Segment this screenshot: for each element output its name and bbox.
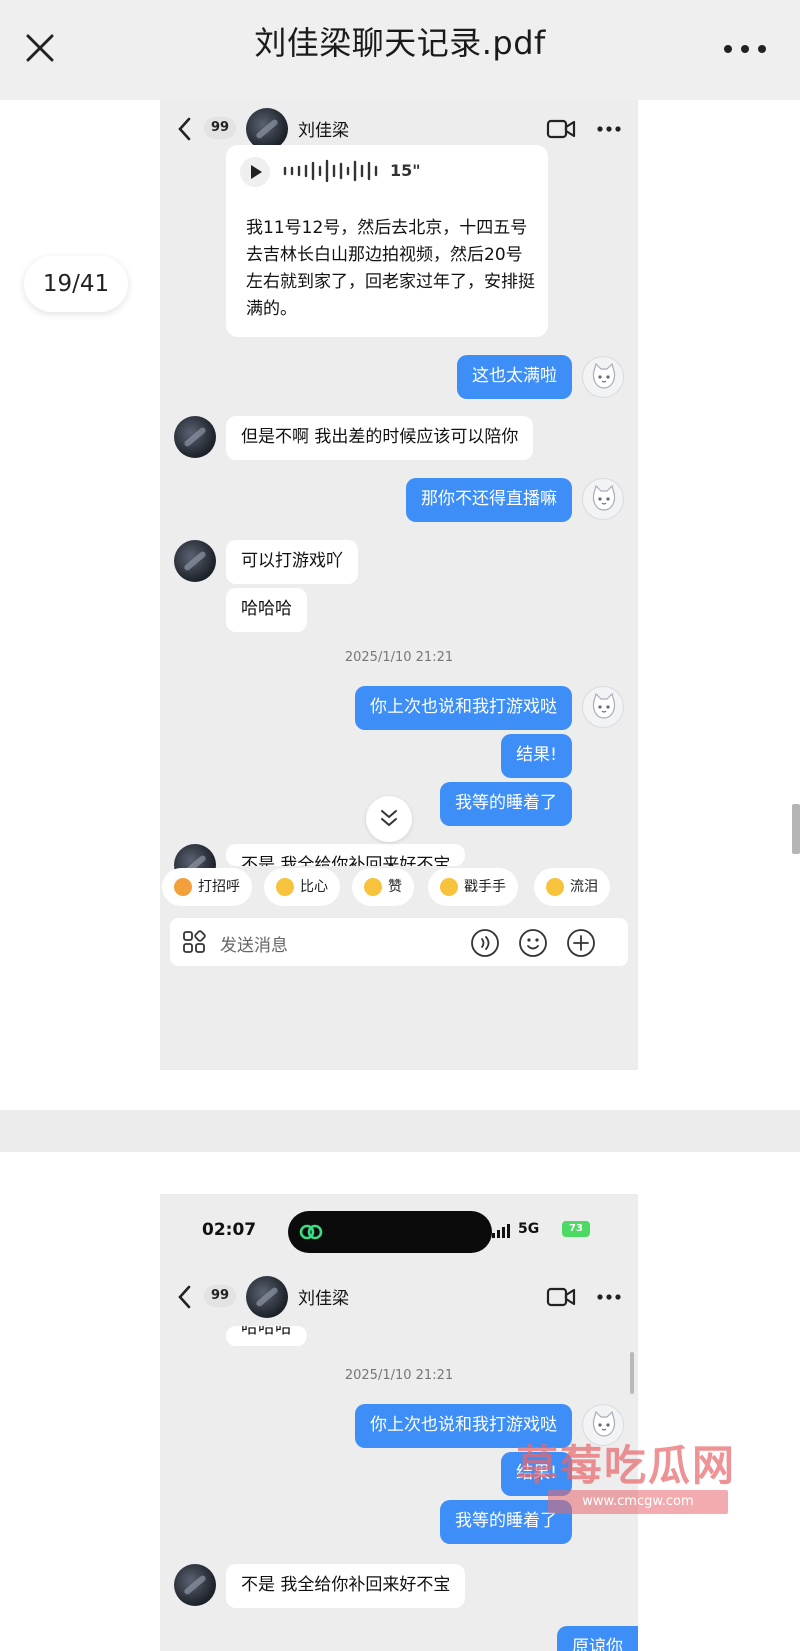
contact-name: 刘佳梁	[298, 1289, 349, 1309]
pdf-viewer-topbar: 刘佳梁聊天记录.pdf	[0, 0, 800, 100]
link-icon	[299, 1224, 323, 1240]
message-bubble-out[interactable]: 那你不还得直播嘛	[406, 478, 572, 522]
quick-reply-chip[interactable]: 赞	[352, 868, 414, 906]
contact-avatar[interactable]	[246, 1276, 288, 1318]
quick-reply-bar: 打招呼 比心 赞 戳手手 流泪	[160, 868, 638, 910]
voice-input-icon[interactable]	[470, 928, 500, 958]
voice-duration: 15"	[390, 161, 421, 180]
crying-face-icon	[546, 878, 564, 896]
video-call-icon[interactable]	[546, 118, 576, 140]
self-avatar[interactable]	[582, 356, 624, 398]
video-call-icon[interactable]	[546, 1286, 576, 1308]
message-input-placeholder[interactable]: 发送消息	[220, 931, 288, 956]
play-icon[interactable]	[240, 157, 270, 187]
add-icon[interactable]	[566, 928, 596, 958]
message-bubble-in-partial[interactable]: 哈哈哈	[226, 1326, 307, 1346]
cat-avatar-icon	[592, 692, 616, 719]
pdf-page-20: 02:07 5G 73 99 刘佳梁 哈哈哈 2025/1/10 21:21 你…	[0, 1152, 800, 1651]
message-timestamp: 2025/1/10 21:21	[344, 650, 454, 665]
message-bubble-out[interactable]: 这也太满啦	[457, 355, 572, 399]
message-bubble-out[interactable]: 你上次也说和我打游戏哒	[355, 686, 572, 730]
watermark-logo-text: 草莓吃瓜网	[516, 1441, 737, 1490]
quick-reply-chip[interactable]: 流泪	[534, 868, 610, 906]
contact-avatar[interactable]	[246, 108, 288, 150]
message-bubble-in[interactable]: 可以打游戏吖	[226, 540, 358, 584]
quick-reply-chip[interactable]: 比心	[264, 868, 340, 906]
voice-transcript: 我11号12号，然后去北京，十四五号去吉林长白山那边拍视频，然后20号左右就到家…	[246, 218, 535, 319]
unread-badge: 99	[204, 1285, 236, 1307]
more-options-icon[interactable]	[722, 42, 768, 56]
signal-icon	[492, 1224, 510, 1238]
quick-reply-chip[interactable]: 戳手手	[428, 868, 518, 906]
scrollbar-handle[interactable]	[792, 804, 800, 854]
message-bubble-in[interactable]: 哈哈哈	[226, 588, 307, 632]
emoji-icon[interactable]	[518, 928, 548, 958]
contact-avatar[interactable]	[174, 416, 216, 458]
voice-waveform-icon	[283, 159, 378, 183]
poke-icon	[440, 878, 458, 896]
battery-indicator: 73	[562, 1221, 590, 1237]
heart-hand-icon	[276, 878, 294, 896]
chat-screenshot-2: 02:07 5G 73 99 刘佳梁 哈哈哈 2025/1/10 21:21 你…	[160, 1194, 638, 1651]
message-timestamp: 2025/1/10 21:21	[344, 1368, 454, 1383]
message-input-bar[interactable]: 发送消息	[170, 918, 628, 966]
network-type: 5G	[518, 1221, 540, 1237]
cat-avatar-icon	[592, 484, 616, 511]
contact-avatar[interactable]	[174, 540, 216, 582]
thumbs-up-icon	[364, 878, 382, 896]
message-bubble-in-partial[interactable]: 不是 我全给你补回来好不宝	[226, 844, 466, 866]
chat-screenshot-1: 99 刘佳梁 15" 我11号12号，然后去北京，十四五号去吉林长白山那边拍视频…	[160, 100, 638, 1070]
chat-more-icon[interactable]	[596, 125, 622, 133]
apps-grid-icon[interactable]	[182, 930, 206, 954]
self-avatar[interactable]	[582, 478, 624, 520]
page-indicator: 19/41	[24, 256, 128, 312]
cat-avatar-icon	[592, 362, 616, 389]
message-bubble-in[interactable]: 不是 我全给你补回来好不宝	[226, 1564, 466, 1608]
quick-reply-chip[interactable]: 打招呼	[162, 868, 252, 906]
chat-more-icon[interactable]	[596, 1293, 622, 1301]
status-time: 02:07	[202, 1220, 257, 1240]
message-bubble-out[interactable]: 结果!	[501, 734, 572, 778]
scroll-to-bottom-button[interactable]	[366, 796, 412, 842]
unread-badge: 99	[204, 117, 236, 139]
wave-hand-icon	[174, 878, 192, 896]
message-bubble-out[interactable]: 我等的睡着了	[440, 782, 572, 826]
message-bubble-in[interactable]: 但是不啊 我出差的时候应该可以陪你	[226, 416, 534, 460]
message-bubble-out[interactable]: 原谅你	[557, 1626, 638, 1651]
double-chevron-down-icon	[381, 810, 397, 826]
phone-status-bar: 02:07 5G 73	[160, 1194, 638, 1268]
back-arrow-icon[interactable]	[176, 116, 192, 142]
contact-avatar[interactable]	[174, 1564, 216, 1606]
chat-header: 99 刘佳梁	[160, 1268, 638, 1326]
pdf-page-19: 99 刘佳梁 15" 我11号12号，然后去北京，十四五号去吉林长白山那边拍视频…	[0, 100, 800, 1110]
document-title: 刘佳梁聊天记录.pdf	[254, 24, 546, 62]
dynamic-island	[288, 1211, 492, 1253]
voice-message-bubble[interactable]: 15" 我11号12号，然后去北京，十四五号去吉林长白山那边拍视频，然后20号左…	[226, 145, 548, 337]
back-arrow-icon[interactable]	[176, 1284, 192, 1310]
watermark-url: www.cmcgw.com	[548, 1490, 728, 1514]
self-avatar[interactable]	[582, 686, 624, 728]
contact-name: 刘佳梁	[298, 121, 349, 141]
